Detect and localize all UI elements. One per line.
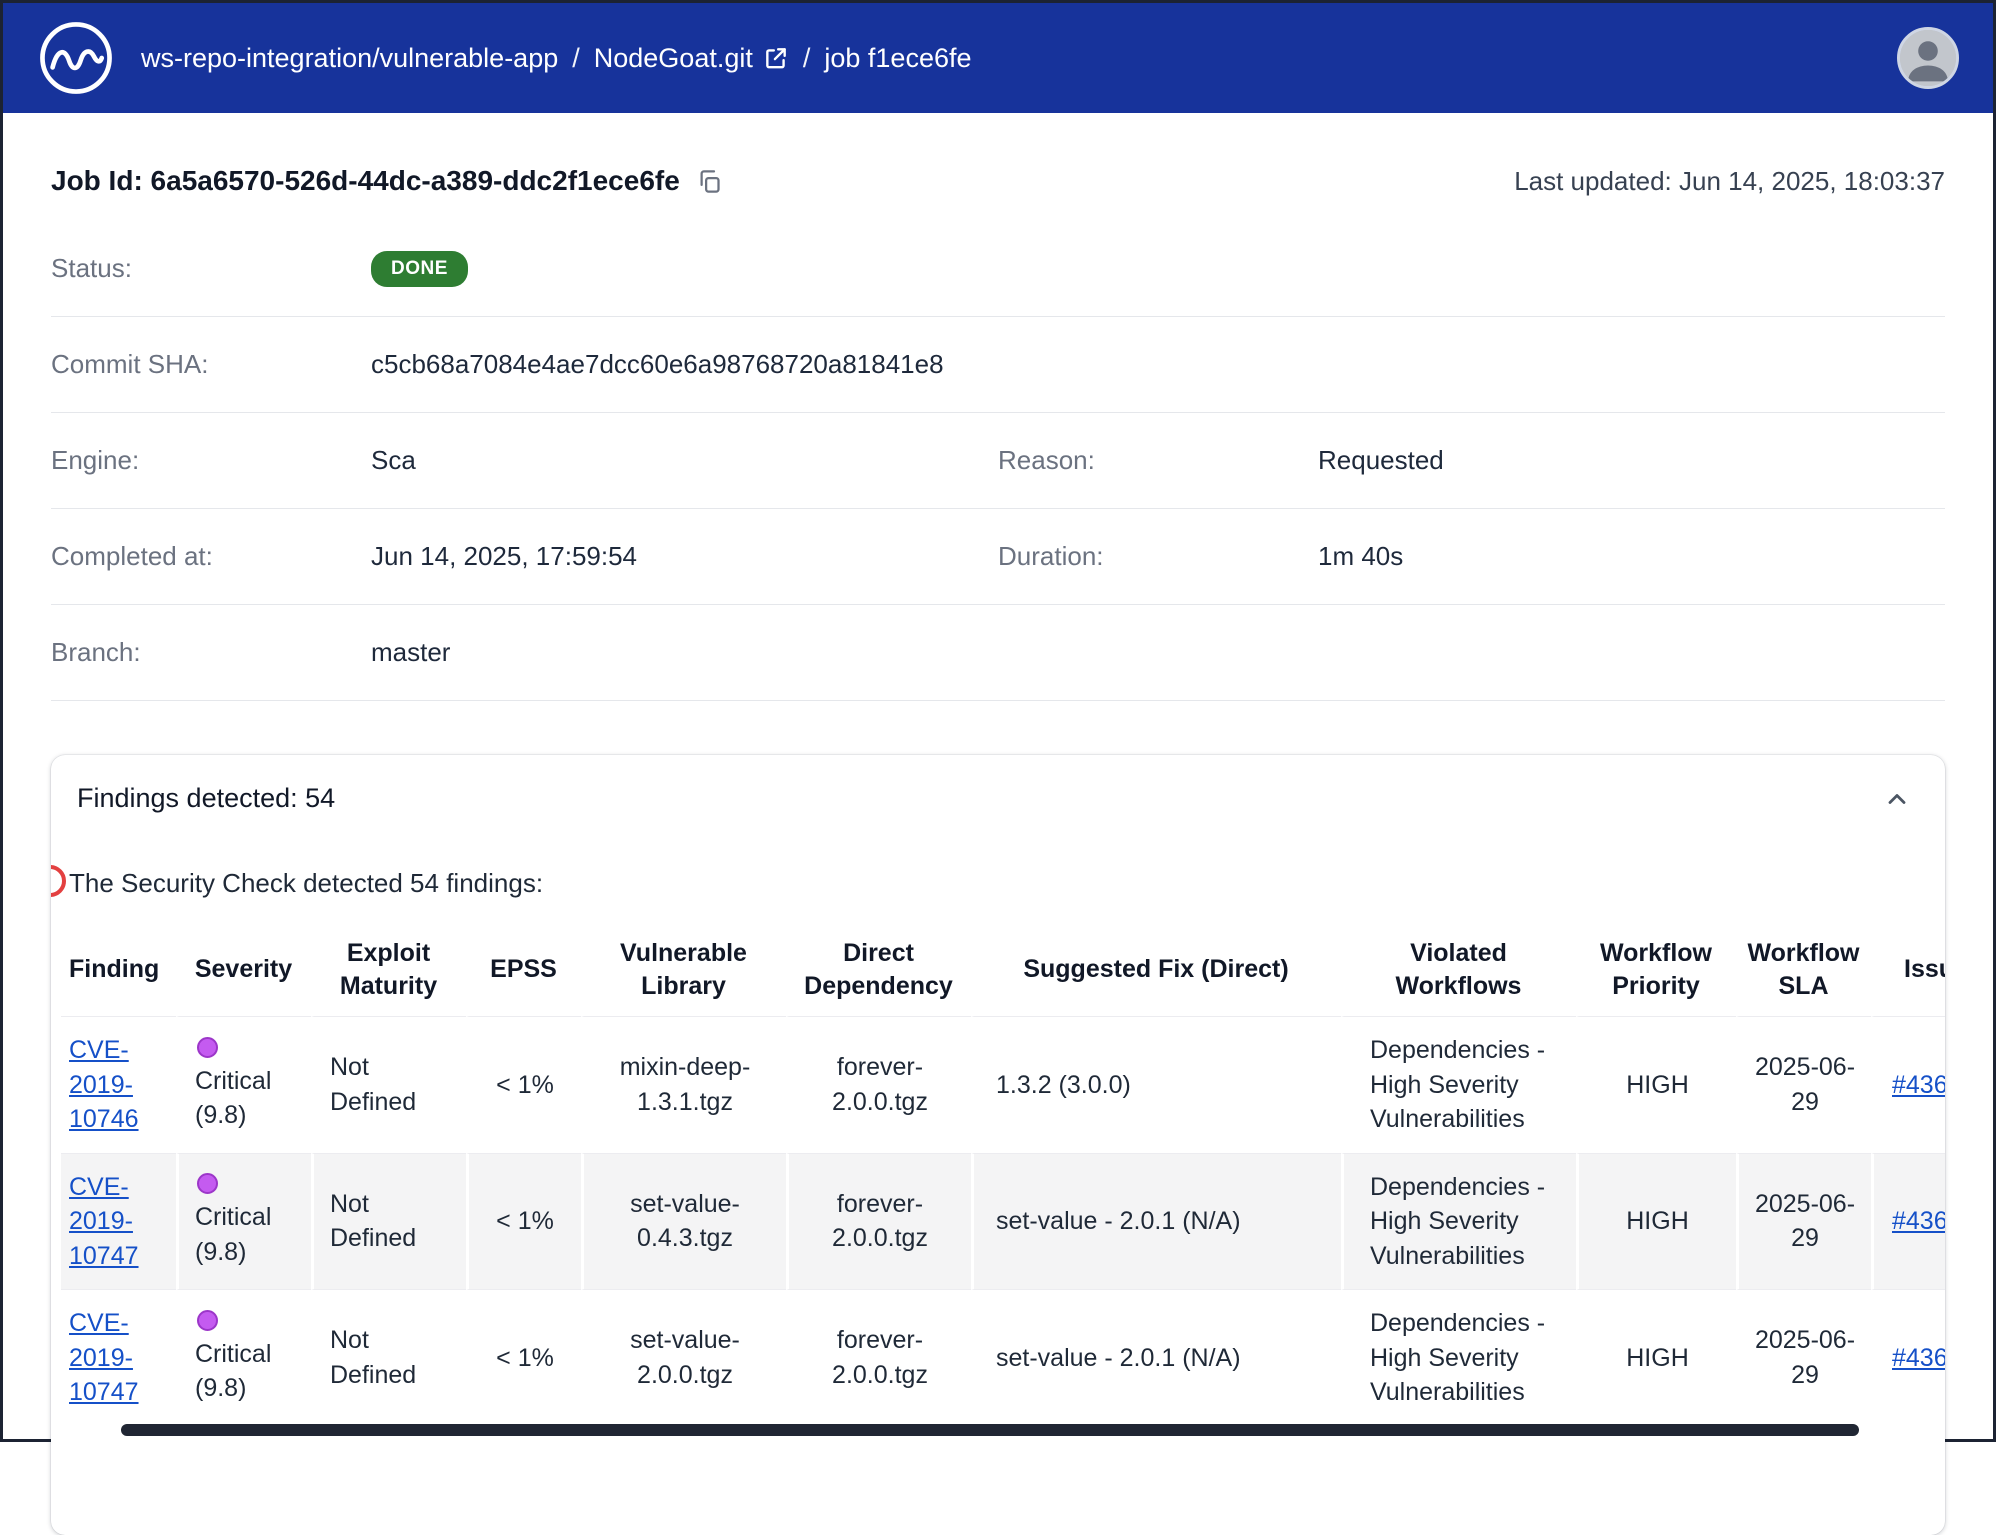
violated-workflows-value: Dependencies - High Severity Vulnerabili…: [1341, 1289, 1576, 1426]
job-details-section: Job Id: 6a5a6570-526d-44dc-a389-ddc2f1ec…: [3, 113, 1993, 701]
issue-link[interactable]: #436: [1892, 1207, 1945, 1235]
branch-value: master: [371, 637, 450, 668]
workflow-sla-value: 2025-06-29: [1736, 1289, 1871, 1426]
reason-label: Reason:: [998, 445, 1318, 476]
collapse-panel-button[interactable]: [1883, 785, 1911, 813]
duration-value: 1m 40s: [1318, 541, 1403, 572]
finding-cve-link[interactable]: CVE-2019-10747: [69, 1173, 139, 1270]
severity-value: Critical (9.8): [195, 1337, 303, 1406]
breadcrumb: ws-repo-integration/vulnerable-app / Nod…: [141, 43, 972, 74]
violated-workflows-value: Dependencies - High Severity Vulnerabili…: [1341, 1153, 1576, 1290]
breadcrumb-separator: /: [803, 43, 811, 74]
field-row-status: Status: DONE: [51, 221, 1945, 317]
col-header-vulnerable-library: Vulnerable Library: [581, 923, 786, 1016]
col-header-severity: Severity: [176, 923, 311, 1016]
finding-cve-link[interactable]: CVE-2019-10747: [69, 1309, 139, 1406]
epss-value: < 1%: [466, 1153, 581, 1290]
severity-critical-icon: [197, 1310, 218, 1331]
completed-at-label: Completed at:: [51, 541, 371, 572]
col-header-suggested-fix: Suggested Fix (Direct): [971, 923, 1341, 1016]
engine-value: Sca: [371, 445, 416, 476]
finding-cve-link[interactable]: CVE-2019-10746: [69, 1036, 139, 1133]
issue-link[interactable]: #436: [1892, 1071, 1945, 1099]
copy-job-id-button[interactable]: [696, 168, 723, 195]
breadcrumb-project-label[interactable]: NodeGoat.git: [594, 43, 753, 74]
violated-workflows-value: Dependencies - High Severity Vulnerabili…: [1341, 1016, 1576, 1153]
exploit-maturity-value: Not Defined: [311, 1153, 466, 1290]
finding-row: CVE-2019-10746 Critical (9.8) Not Define…: [61, 1016, 1945, 1153]
breadcrumb-separator: /: [572, 43, 580, 74]
vulnerable-library-value: mixin-deep-1.3.1.tgz: [581, 1016, 786, 1153]
col-header-issue: Issue: [1871, 923, 1945, 1016]
col-header-exploit-maturity: Exploit Maturity: [311, 923, 466, 1016]
alert-icon: [51, 865, 66, 897]
workflow-sla-value: 2025-06-29: [1736, 1016, 1871, 1153]
col-header-workflow-sla: Workflow SLA: [1736, 923, 1871, 1016]
table-header-row: Finding Severity Exploit Maturity EPSS V…: [61, 923, 1945, 1016]
issue-link[interactable]: #436: [1892, 1344, 1945, 1372]
user-avatar[interactable]: [1897, 27, 1959, 89]
job-id: Job Id: 6a5a6570-526d-44dc-a389-ddc2f1ec…: [51, 165, 680, 197]
breadcrumb-project[interactable]: NodeGoat.git: [594, 43, 789, 74]
commit-sha-label: Commit SHA:: [51, 349, 371, 380]
epss-value: < 1%: [466, 1289, 581, 1426]
direct-dependency-value: forever-2.0.0.tgz: [786, 1153, 971, 1290]
direct-dependency-value: forever-2.0.0.tgz: [786, 1289, 971, 1426]
last-updated: Last updated: Jun 14, 2025, 18:03:37: [1514, 166, 1945, 197]
breadcrumb-job: job f1ece6fe: [824, 43, 971, 74]
findings-summary-text: The Security Check detected 54 findings:: [69, 868, 543, 898]
horizontal-scrollbar[interactable]: [121, 1424, 1859, 1436]
duration-label: Duration:: [998, 541, 1318, 572]
vulnerable-library-value: set-value-0.4.3.tgz: [581, 1153, 786, 1290]
field-row-engine-reason: Engine: Sca Reason: Requested: [51, 413, 1945, 509]
completed-at-value: Jun 14, 2025, 17:59:54: [371, 541, 637, 572]
severity-critical-icon: [197, 1173, 218, 1194]
suggested-fix-value: set-value - 2.0.1 (N/A): [971, 1289, 1341, 1426]
commit-sha-value: c5cb68a7084e4ae7dcc60e6a98768720a81841e8: [371, 349, 944, 380]
direct-dependency-value: forever-2.0.0.tgz: [786, 1016, 971, 1153]
top-navbar: ws-repo-integration/vulnerable-app / Nod…: [3, 3, 1993, 113]
findings-panel-title: Findings detected: 54: [77, 783, 335, 814]
branch-label: Branch:: [51, 637, 371, 668]
severity-value: Critical (9.8): [195, 1064, 303, 1133]
vulnerable-library-value: set-value-2.0.0.tgz: [581, 1289, 786, 1426]
external-link-icon[interactable]: [763, 45, 789, 71]
suggested-fix-value: set-value - 2.0.1 (N/A): [971, 1153, 1341, 1290]
status-label: Status:: [51, 253, 371, 284]
workflow-sla-value: 2025-06-29: [1736, 1153, 1871, 1290]
severity-value: Critical (9.8): [195, 1200, 303, 1269]
workflow-priority-value: HIGH: [1576, 1289, 1736, 1426]
exploit-maturity-value: Not Defined: [311, 1016, 466, 1153]
reason-value: Requested: [1318, 445, 1444, 476]
epss-value: < 1%: [466, 1016, 581, 1153]
breadcrumb-repo[interactable]: ws-repo-integration/vulnerable-app: [141, 43, 558, 74]
finding-row: CVE-2019-10747 Critical (9.8) Not Define…: [61, 1153, 1945, 1290]
findings-table: Finding Severity Exploit Maturity EPSS V…: [61, 923, 1945, 1426]
workflow-priority-value: HIGH: [1576, 1153, 1736, 1290]
findings-panel: Findings detected: 54 The Security Check…: [51, 755, 1945, 1535]
col-header-violated-workflows: Violated Workflows: [1341, 923, 1576, 1016]
col-header-workflow-priority: Workflow Priority: [1576, 923, 1736, 1016]
severity-critical-icon: [197, 1037, 218, 1058]
field-row-completed-duration: Completed at: Jun 14, 2025, 17:59:54 Dur…: [51, 509, 1945, 605]
field-row-commit: Commit SHA: c5cb68a7084e4ae7dcc60e6a9876…: [51, 317, 1945, 413]
finding-row: CVE-2019-10747 Critical (9.8) Not Define…: [61, 1289, 1945, 1426]
mend-logo-icon[interactable]: [37, 19, 115, 97]
findings-summary-line: The Security Check detected 54 findings:: [51, 868, 1945, 899]
exploit-maturity-value: Not Defined: [311, 1289, 466, 1426]
col-header-direct-dependency: Direct Dependency: [786, 923, 971, 1016]
status-badge: DONE: [371, 251, 468, 287]
field-row-branch: Branch: master: [51, 605, 1945, 701]
engine-label: Engine:: [51, 445, 371, 476]
col-header-epss: EPSS: [466, 923, 581, 1016]
col-header-finding: Finding: [61, 923, 176, 1016]
suggested-fix-value: 1.3.2 (3.0.0): [971, 1016, 1341, 1153]
findings-table-container: Finding Severity Exploit Maturity EPSS V…: [51, 923, 1945, 1426]
workflow-priority-value: HIGH: [1576, 1016, 1736, 1153]
